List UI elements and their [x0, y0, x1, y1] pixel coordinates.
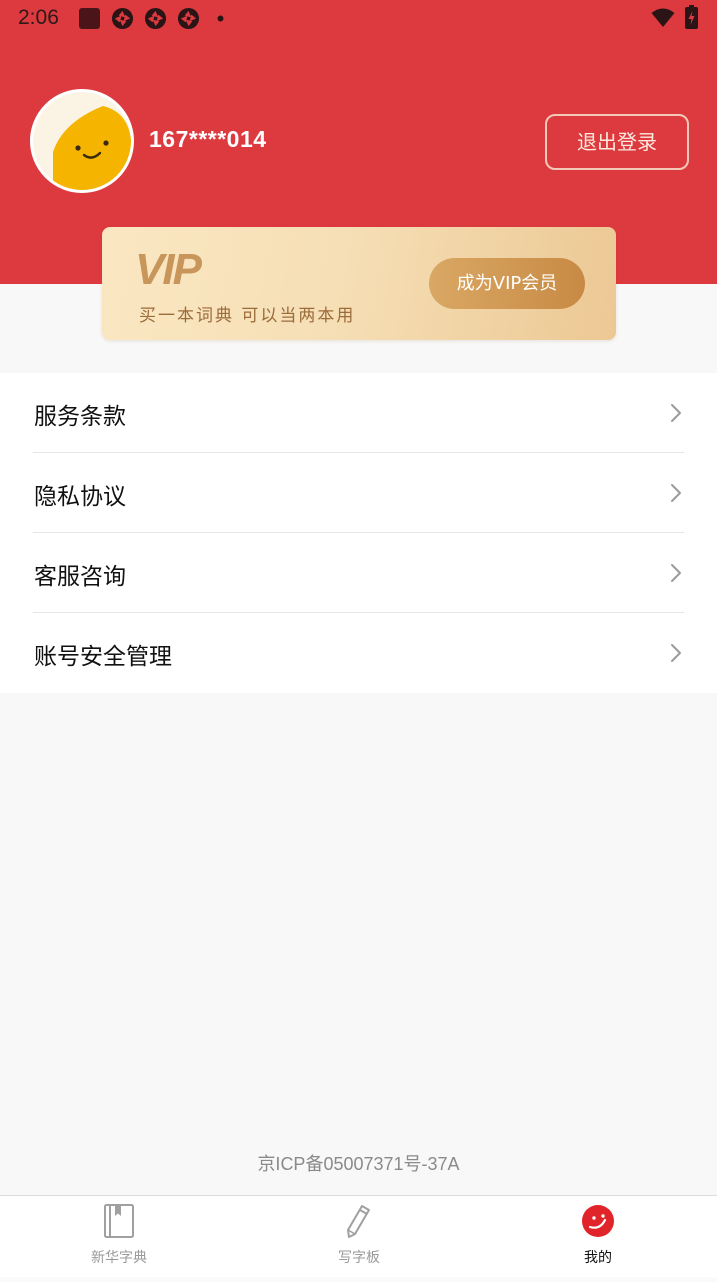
- tab-writing-board[interactable]: 写字板: [289, 1196, 429, 1282]
- wifi-icon: [651, 8, 675, 27]
- aperture-icon: [144, 7, 167, 30]
- logout-button[interactable]: 退出登录: [545, 114, 689, 170]
- tab-label: 写字板: [338, 1250, 380, 1266]
- username: 167****014: [149, 126, 267, 152]
- icp-license-text: 京ICP备05007371号-37A: [257, 1154, 460, 1174]
- menu-item-privacy[interactable]: 隐私协议: [33, 453, 684, 533]
- tab-mine[interactable]: 我的: [528, 1196, 668, 1282]
- book-icon: [104, 1204, 134, 1238]
- become-vip-button[interactable]: 成为VIP会员: [429, 258, 585, 309]
- menu-item-label: 隐私协议: [34, 484, 126, 510]
- menu-item-label: 账号安全管理: [34, 644, 172, 670]
- tab-label: 我的: [584, 1250, 612, 1266]
- app-notification-icon: [79, 8, 100, 29]
- vip-banner[interactable]: VIP 买一本词典 可以当两本用 成为VIP会员: [102, 227, 616, 340]
- chevron-right-icon: [671, 484, 681, 502]
- vip-logo-text: VIP: [135, 247, 203, 289]
- settings-menu: 服务条款 隐私协议 客服咨询 账号安全管理: [0, 373, 717, 693]
- bottom-tab-bar: 新华字典 写字板 我的: [0, 1195, 717, 1282]
- pencil-icon: [347, 1205, 370, 1238]
- menu-item-account-security[interactable]: 账号安全管理: [33, 613, 684, 693]
- tab-label: 新华字典: [91, 1250, 147, 1266]
- status-time: 2:06: [18, 6, 59, 29]
- tab-dictionary[interactable]: 新华字典: [49, 1196, 189, 1282]
- menu-item-customer-service[interactable]: 客服咨询: [33, 533, 684, 613]
- aperture-icon: [111, 7, 134, 30]
- battery-icon: [685, 5, 698, 29]
- chevron-right-icon: [671, 644, 681, 662]
- status-bar: 2:06: [0, 0, 717, 38]
- chevron-right-icon: [671, 564, 681, 582]
- chevron-right-icon: [671, 404, 681, 422]
- menu-item-label: 服务条款: [34, 404, 126, 430]
- vip-slogan: 买一本词典 可以当两本用: [139, 306, 356, 326]
- aperture-icon: [177, 7, 200, 30]
- system-nav-bar: [0, 1277, 717, 1282]
- menu-item-terms[interactable]: 服务条款: [33, 373, 684, 453]
- smiley-face-icon: [33, 92, 131, 190]
- more-notifications-dot-icon: [217, 15, 224, 22]
- menu-item-label: 客服咨询: [34, 564, 126, 590]
- vip-logo: VIP: [135, 247, 205, 289]
- avatar[interactable]: [30, 89, 134, 193]
- smiley-icon: [582, 1205, 614, 1237]
